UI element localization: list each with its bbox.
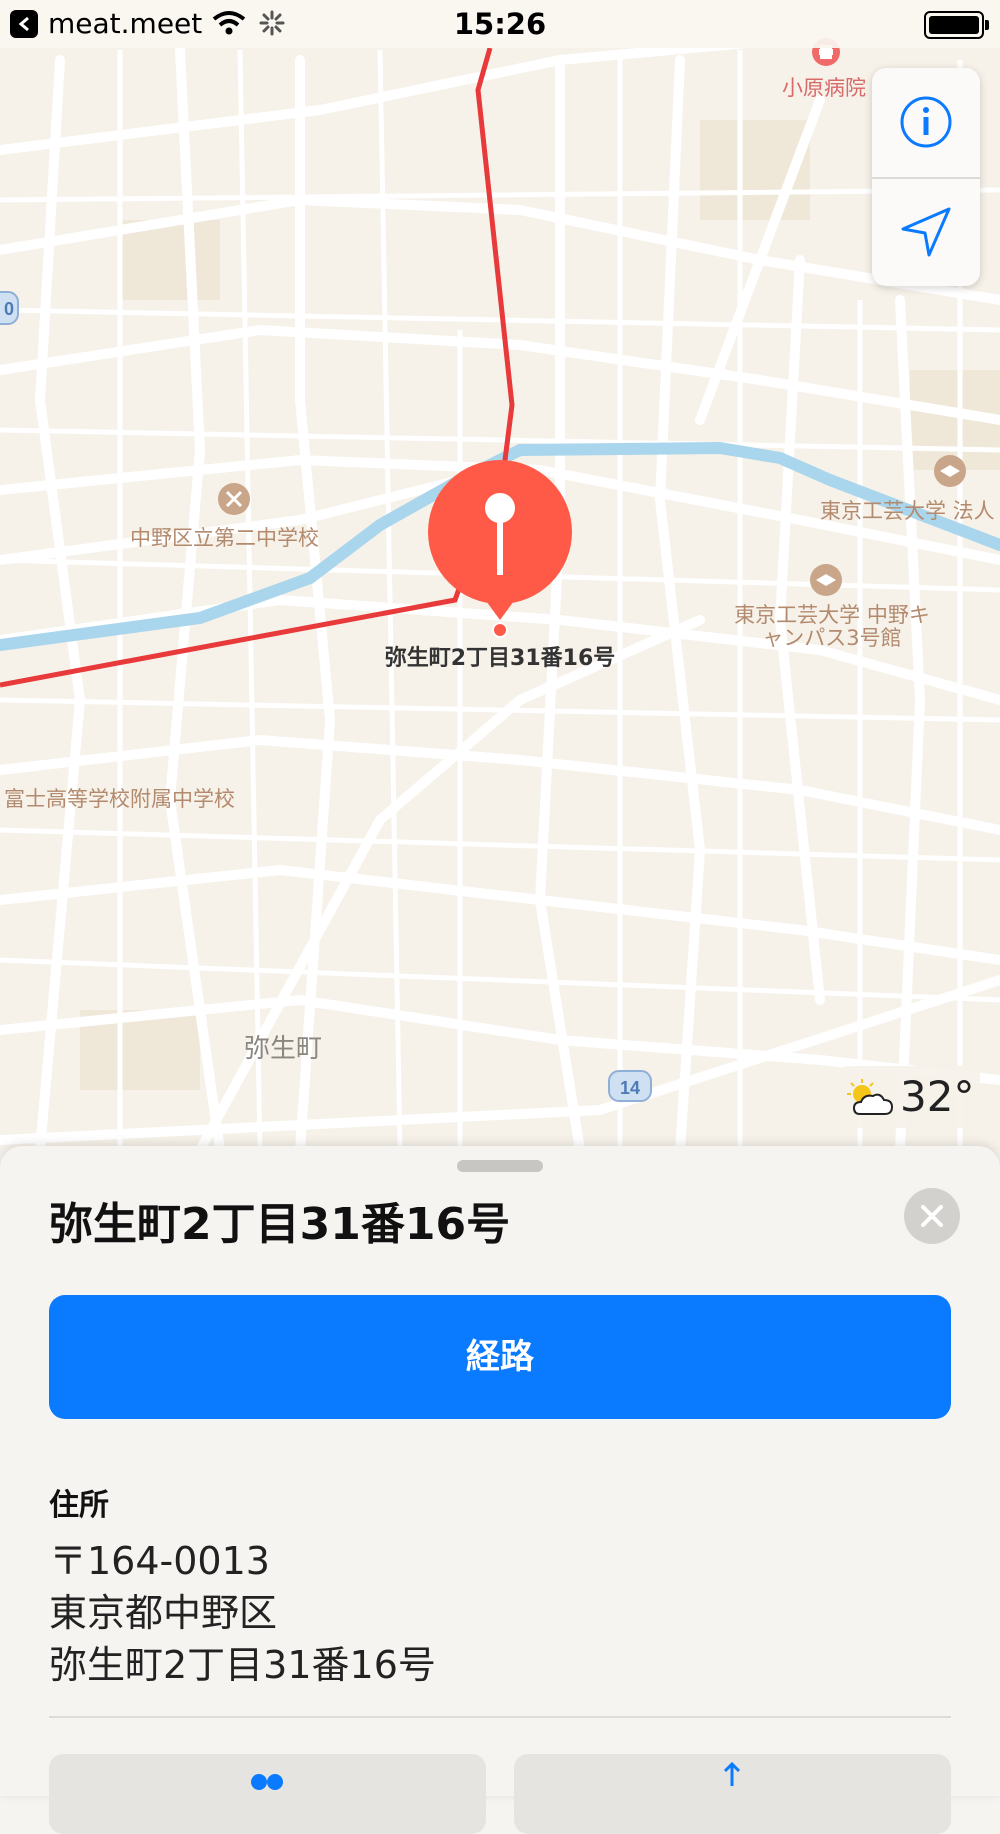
pin-address-label: 弥生町2丁目31番16号	[384, 646, 616, 671]
status-bar: meat.meet 15:26	[0, 0, 1000, 48]
address-street: 弥生町2丁目31番16号	[49, 1643, 436, 1687]
svg-text:0: 0	[4, 299, 14, 319]
place-card-sheet: 弥生町2丁目31番16号 経路 住所 〒164-0013 東京都中野区 弥生町2…	[0, 1146, 1000, 1834]
address-heading: 住所	[49, 1488, 109, 1523]
weather-widget: 32°	[838, 1066, 980, 1128]
share-icon	[723, 1762, 741, 1786]
place-title: 弥生町2丁目31番16号	[49, 1199, 511, 1250]
temperature: 32°	[900, 1072, 975, 1121]
info-button[interactable]	[872, 68, 980, 176]
svg-text:14: 14	[620, 1078, 640, 1098]
map-controls	[872, 68, 980, 286]
location-arrow-icon	[901, 207, 951, 257]
poi-university-label[interactable]: 東京工芸大学 法人	[820, 495, 995, 525]
poi-school-label[interactable]: 中野区立第二中学校	[130, 522, 319, 552]
sheet-grabber[interactable]	[457, 1160, 543, 1172]
directions-button[interactable]: 経路	[49, 1295, 951, 1419]
address-city: 東京都中野区	[49, 1591, 278, 1635]
share-button[interactable]	[514, 1754, 951, 1834]
current-location-button[interactable]	[872, 178, 980, 286]
section-divider	[49, 1716, 951, 1718]
info-icon	[900, 96, 952, 148]
poi-school2-label[interactable]: 富士高等学校附属中学校	[4, 783, 235, 813]
battery-icon	[924, 11, 989, 39]
close-icon	[921, 1205, 943, 1227]
clock: 15:26	[453, 7, 547, 41]
binoculars-icon	[251, 1774, 283, 1790]
postal-code: 〒164-0013	[49, 1539, 270, 1583]
close-button[interactable]	[904, 1188, 960, 1244]
district-label: 弥生町	[244, 1034, 323, 1064]
map-view[interactable]: 14 0 小原病院 中野区立第二中学校 東京工芸大学 法人 東京工芸大学 中野キ…	[0, 0, 1000, 1150]
partly-cloudy-icon	[847, 1079, 894, 1115]
poi-hospital-label[interactable]: 小原病院	[782, 72, 866, 102]
road-network: 14 0	[0, 15, 1000, 1150]
favorite-button[interactable]	[49, 1754, 486, 1834]
